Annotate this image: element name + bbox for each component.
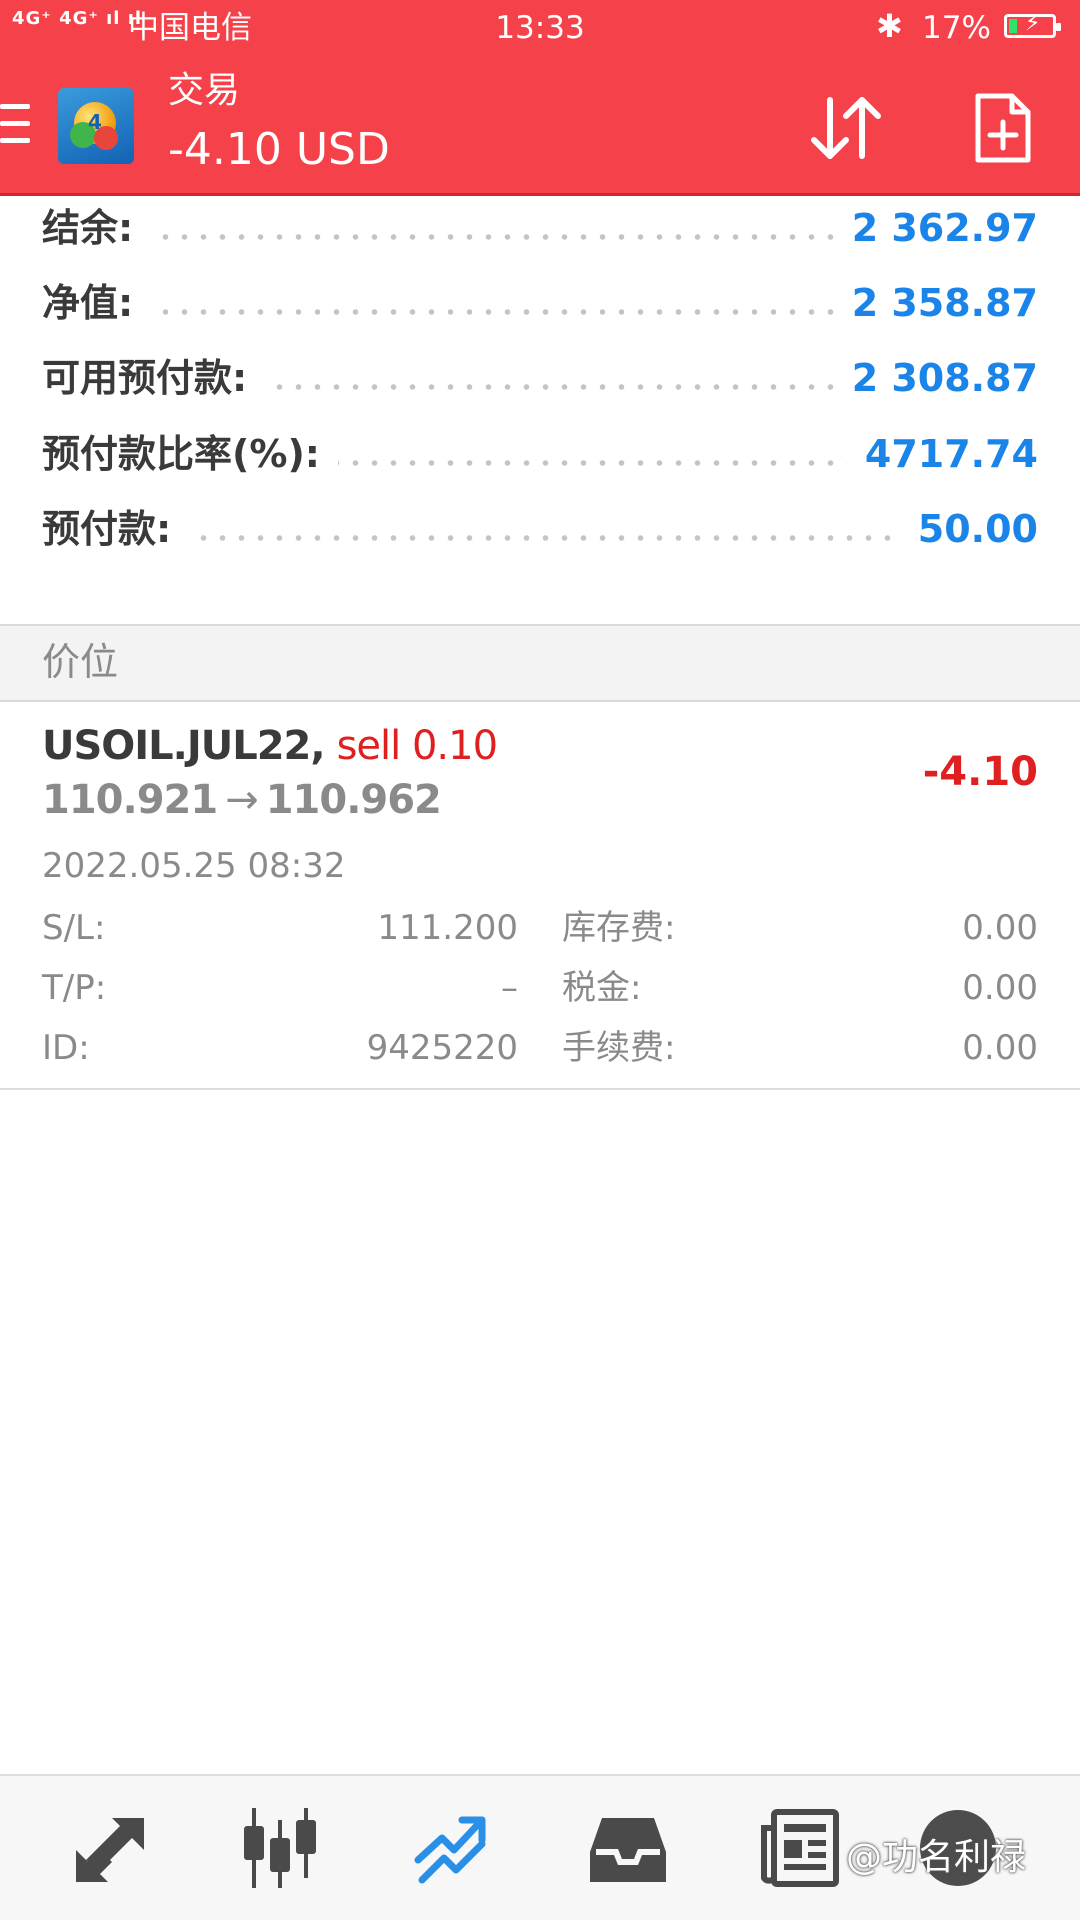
commission-value: 0.00 (962, 1028, 1038, 1068)
summary-value: 2 308.87 (833, 356, 1038, 400)
current-price: 110.962 (265, 777, 442, 823)
commission-label: 手续费: (562, 1028, 676, 1068)
summary-value: 4717.74 (846, 432, 1038, 476)
leader-dots (42, 234, 930, 240)
section-title: 价位 (42, 640, 119, 684)
news-icon[interactable] (760, 1808, 840, 1888)
sl-value: 111.200 (377, 908, 518, 948)
tp-value: – (501, 968, 518, 1008)
summary-label: 净值: (42, 281, 152, 325)
clock: 13:33 (495, 10, 585, 46)
bluetooth-icon: ✱ (876, 7, 903, 45)
summary-row-balance: 结余: 2 362.97 (0, 198, 1080, 258)
arrow-right-icon: → (225, 777, 259, 823)
position-time: 2022.05.25 08:32 (42, 846, 346, 886)
menu-icon[interactable] (0, 104, 30, 146)
summary-row-margin: 预付款: 50.00 (0, 499, 1080, 559)
charging-bolt-icon: ⚡ (1025, 11, 1041, 36)
summary-value: 2 358.87 (833, 281, 1038, 325)
id-value: 9425220 (366, 1028, 518, 1068)
floating-profit: -4.10 USD (168, 124, 390, 175)
summary-label: 可用预付款: (42, 356, 266, 400)
trade-icon[interactable] (412, 1808, 492, 1888)
watermark: @功名利禄 (846, 1837, 1027, 1878)
tax-value: 0.00 (962, 968, 1038, 1008)
app-bar: 4 交易 -4.10 USD (0, 56, 1080, 196)
new-order-icon[interactable] (974, 92, 1032, 164)
page-title: 交易 (168, 70, 241, 111)
id-label: ID: (42, 1028, 90, 1068)
status-bar: 4G⁺ 4G⁺ ıl ıl 中国电信 13:33 ✱ 17% ⚡ (0, 0, 1080, 56)
swap-value: 0.00 (962, 908, 1038, 948)
battery-level (1009, 19, 1017, 33)
battery-percent: 17% (922, 10, 991, 46)
chart-icon[interactable] (240, 1808, 320, 1888)
sort-icon[interactable] (806, 92, 886, 164)
summary-label: 预付款比率(%): (42, 432, 339, 476)
summary-value: 50.00 (899, 507, 1038, 551)
bottom-navigation: @功名利禄 (0, 1774, 1080, 1920)
leader-dots (42, 309, 930, 315)
battery-icon: ⚡ (1004, 11, 1061, 38)
open-price: 110.921 (42, 777, 218, 823)
position-item[interactable]: USOIL.JUL22, sell 0.10 110.921 → 110.962 -4… (0, 704, 1080, 1090)
metatrader4-logo[interactable]: 4 (58, 88, 134, 164)
sl-label: S/L: (42, 908, 106, 948)
position-prices: 110.921 → 110.962 (42, 776, 442, 824)
quotes-icon[interactable] (70, 1808, 150, 1888)
history-icon[interactable] (588, 1808, 668, 1888)
separator: , (310, 723, 325, 769)
summary-label: 结余: (42, 206, 152, 250)
position-header: USOIL.JUL22, sell 0.10 (42, 722, 498, 770)
summary-row-margin-level: 预付款比率(%): 4717.74 (0, 424, 1080, 484)
summary-row-equity: 净值: 2 358.87 (0, 273, 1080, 333)
swap-label: 库存费: (562, 908, 676, 948)
position-symbol: USOIL.JUL22 (42, 723, 311, 769)
tax-label: 税金: (562, 968, 642, 1008)
position-side: sell 0.10 (336, 723, 498, 769)
summary-label: 预付款: (42, 507, 190, 551)
summary-value: 2 362.97 (833, 206, 1038, 250)
summary-row-free-margin: 可用预付款: 2 308.87 (0, 348, 1080, 408)
positions-section-header: 价位 (0, 624, 1080, 702)
tp-label: T/P: (42, 968, 107, 1008)
position-profit: -4.10 (922, 749, 1038, 795)
